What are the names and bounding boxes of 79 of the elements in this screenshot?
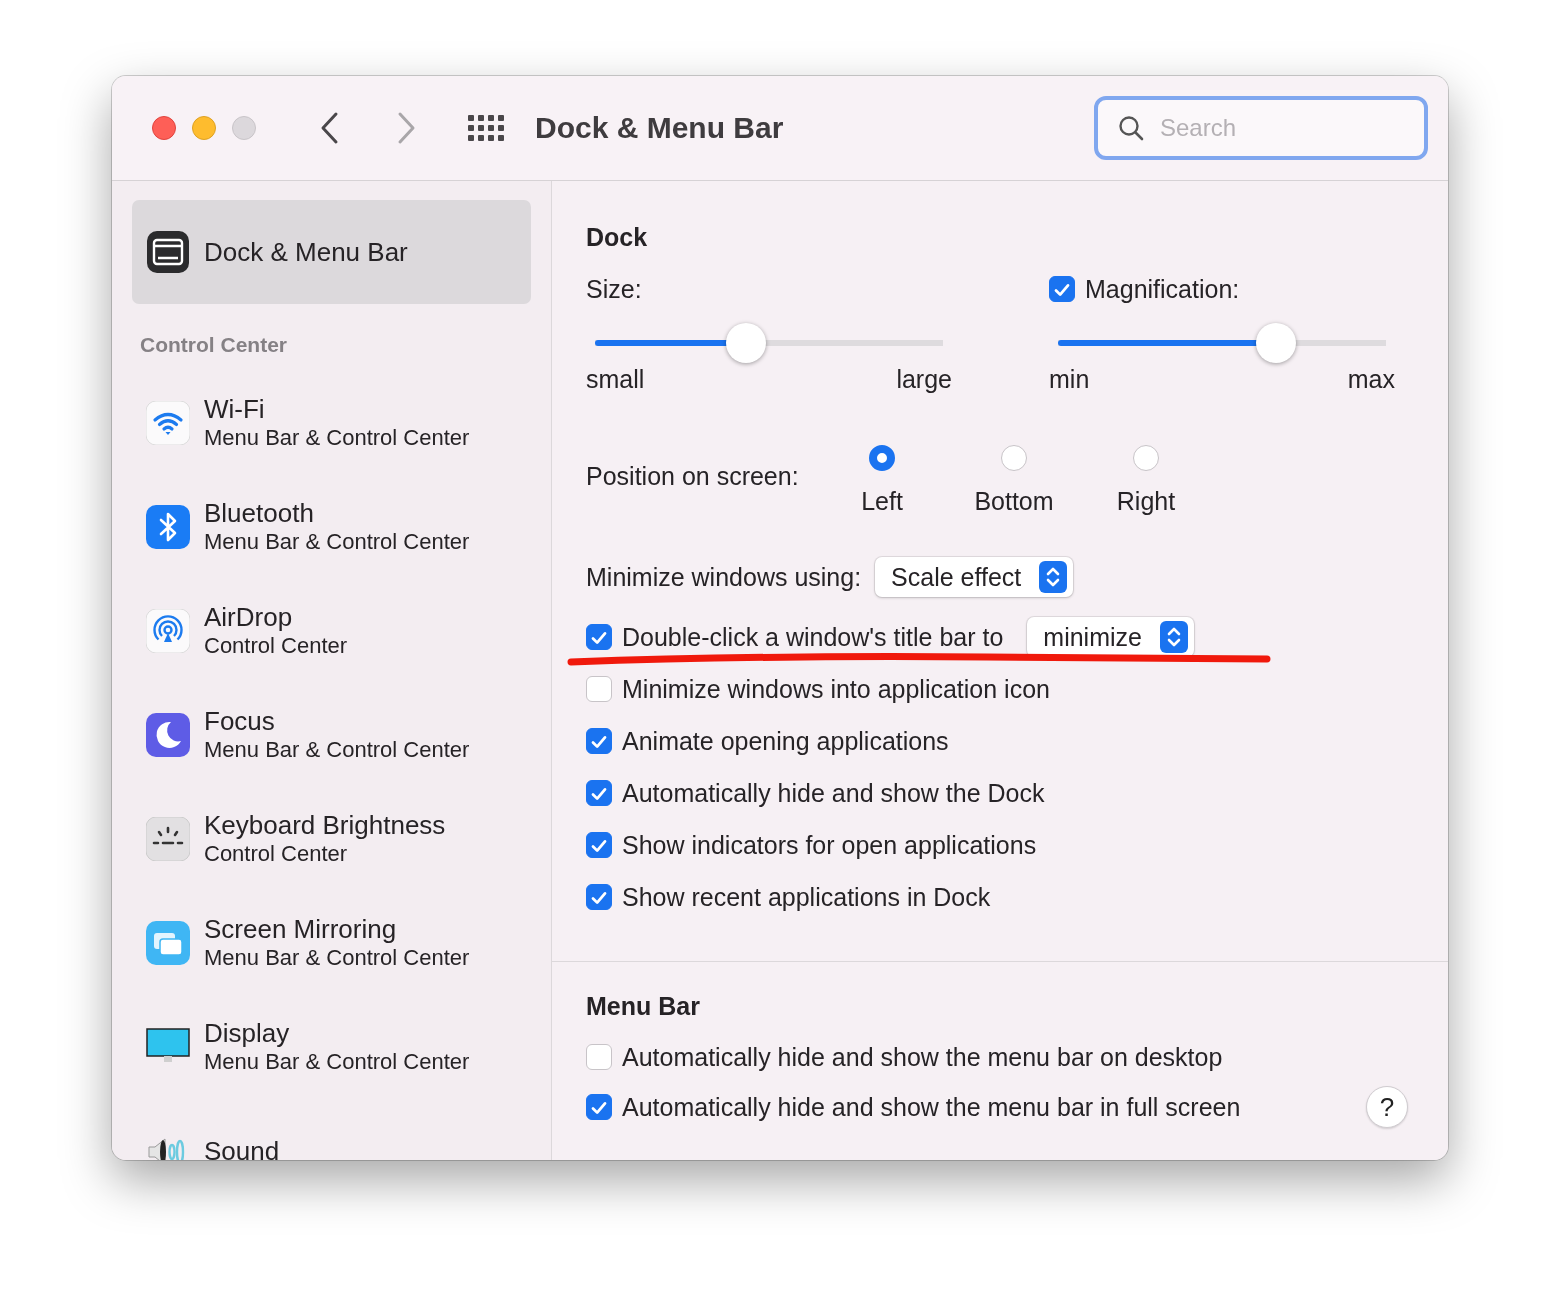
slider-min-label: min	[1049, 364, 1090, 395]
checkbox[interactable]	[586, 1094, 612, 1120]
radio-label: Bottom	[974, 486, 1054, 517]
item-title: Keyboard Brightness	[204, 810, 446, 840]
radio-label: Right	[1116, 486, 1176, 517]
checkbox[interactable]	[586, 884, 612, 910]
section-title: Dock	[586, 222, 649, 253]
slider-max-label: max	[1347, 364, 1395, 395]
item-subtitle: Control Center	[204, 840, 349, 868]
slider-min-label: small	[586, 364, 645, 395]
sidebar-item[interactable]: Keyboard Brightness Control Center	[132, 787, 531, 891]
item-title: Sound	[204, 1136, 280, 1160]
back-icon[interactable]	[320, 111, 340, 145]
sidebar-item[interactable]: Wi-Fi Menu Bar & Control Center	[132, 371, 531, 475]
slider-max-label: large	[896, 364, 952, 395]
popup-menu[interactable]: minimize	[1027, 617, 1194, 657]
close-button[interactable]	[152, 116, 176, 140]
item-subtitle: Menu Bar & Control Center	[204, 1048, 470, 1076]
checkbox-label: Minimize windows into application icon	[622, 674, 1050, 704]
sidebar-item[interactable]: Dock & Menu Bar	[132, 200, 531, 304]
stepper-icon	[1159, 621, 1188, 653]
window-title: Dock & Menu Bar	[535, 111, 784, 145]
airdrop-icon	[146, 609, 190, 653]
item-title: Screen Mirroring	[204, 914, 398, 944]
checkbox[interactable]	[586, 832, 612, 858]
checkbox[interactable]	[1049, 276, 1075, 302]
sidebar-item[interactable]: Sound	[132, 1099, 531, 1160]
sidebar-item[interactable]: Focus Menu Bar & Control Center	[132, 683, 531, 787]
checkbox[interactable]	[586, 676, 612, 702]
item-subtitle: Menu Bar & Control Center	[204, 424, 470, 452]
checkbox-label: Automatically hide and show the menu bar on desktop	[622, 1042, 1223, 1072]
checkbox-label: Show indicators for open applications	[622, 830, 1037, 860]
sidebar-item[interactable]: Screen Mirroring Menu Bar & Control Center	[132, 891, 531, 995]
help-button[interactable]: ?	[1366, 1086, 1408, 1128]
stepper-icon	[1039, 561, 1068, 593]
section-header: Control Center	[140, 332, 288, 358]
grid-icon[interactable]	[468, 115, 504, 141]
radio-button[interactable]	[869, 445, 895, 471]
screen-mirroring-icon	[146, 921, 190, 965]
item-title: Bluetooth	[204, 498, 315, 528]
item-subtitle: Menu Bar & Control Center	[204, 736, 470, 764]
field-label: Minimize windows using:	[586, 562, 862, 592]
field-label: Position on screen:	[586, 461, 800, 492]
search-field[interactable]: Search	[1094, 96, 1428, 160]
sidebar-item[interactable]: Display Menu Bar & Control Center	[132, 995, 531, 1099]
checkbox-label: Automatically hide and show the menu bar in full screen	[622, 1092, 1241, 1122]
slider-label: Magnification:	[1085, 274, 1240, 304]
search-icon	[1118, 115, 1144, 141]
bluetooth-icon	[146, 505, 190, 549]
item-title: Focus	[204, 706, 276, 736]
item-subtitle: Control Center	[204, 632, 348, 660]
item-title: AirDrop	[204, 602, 294, 632]
radio-label: Left	[861, 486, 903, 517]
checkbox-label: Animate opening applications	[622, 726, 949, 756]
slider-thumb[interactable]	[726, 323, 767, 363]
radio-button[interactable]	[1001, 445, 1027, 471]
wifi-icon	[146, 401, 190, 445]
item-subtitle: Menu Bar & Control Center	[204, 944, 470, 972]
item-title: Wi-Fi	[204, 394, 266, 424]
checkbox[interactable]	[586, 728, 612, 754]
sidebar-item[interactable]: AirDrop Control Center	[132, 579, 531, 683]
checkbox-label: Show recent applications in Dock	[622, 882, 991, 912]
moon-icon	[146, 713, 190, 757]
section-title: Menu Bar	[586, 991, 701, 1022]
radio-button[interactable]	[1133, 445, 1159, 471]
slider-label: Size:	[586, 274, 642, 304]
slider-thumb[interactable]	[1255, 323, 1296, 363]
dock-icon	[146, 230, 190, 274]
popup-menu[interactable]: Scale effect	[875, 557, 1074, 597]
sidebar-item[interactable]: Bluetooth Menu Bar & Control Center	[132, 475, 531, 579]
item-subtitle: Menu Bar & Control Center	[204, 528, 470, 556]
keyboard-brightness-icon	[146, 817, 190, 861]
checkbox[interactable]	[586, 780, 612, 806]
item-title: Display	[204, 1018, 291, 1048]
checkbox[interactable]	[586, 624, 612, 650]
checkbox[interactable]	[586, 1044, 612, 1070]
checkbox-label: Automatically hide and show the Dock	[622, 778, 1045, 808]
checkbox-label: Double-click a window's title bar to	[622, 622, 1004, 652]
item-title: Dock & Menu Bar	[204, 237, 408, 267]
